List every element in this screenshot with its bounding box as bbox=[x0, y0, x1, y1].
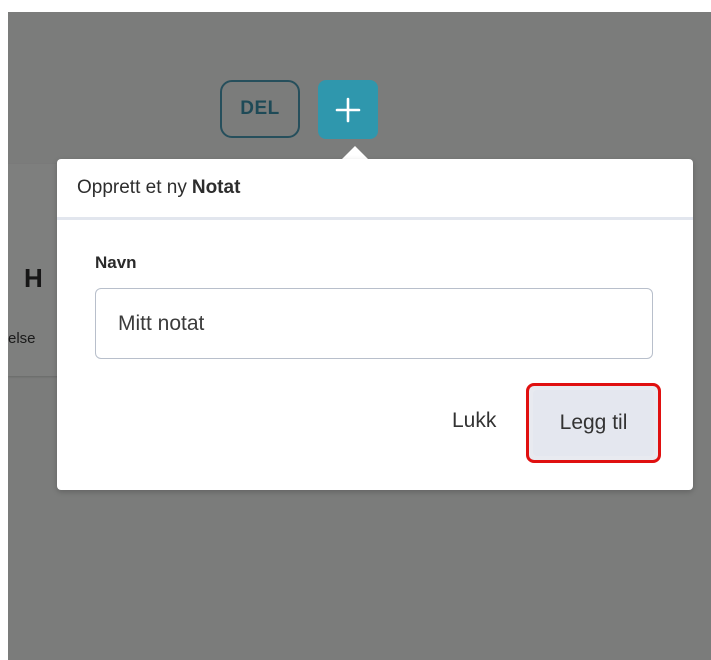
name-input[interactable] bbox=[95, 288, 653, 359]
popover-title-entity: Notat bbox=[191, 177, 241, 198]
create-note-popover: Opprett et ny Notat Navn Lukk Legg til bbox=[57, 159, 693, 490]
add-submit-button[interactable]: Legg til bbox=[526, 383, 661, 463]
popover-arrow bbox=[341, 146, 369, 160]
plus-icon bbox=[335, 97, 361, 122]
close-button[interactable]: Lukk bbox=[452, 409, 496, 433]
modal-overlay: H else DEL Opprett et ny Notat Navn Lukk… bbox=[8, 12, 711, 660]
background-subtext: else bbox=[8, 330, 36, 347]
add-button[interactable] bbox=[318, 80, 378, 139]
popover-title-prefix: Opprett et ny bbox=[77, 177, 187, 198]
popover-header: Opprett et ny Notat bbox=[57, 159, 693, 220]
name-field-label: Navn bbox=[95, 253, 137, 272]
background-heading: H bbox=[24, 263, 43, 293]
del-button[interactable]: DEL bbox=[220, 80, 300, 138]
add-submit-label: Legg til bbox=[533, 390, 654, 456]
